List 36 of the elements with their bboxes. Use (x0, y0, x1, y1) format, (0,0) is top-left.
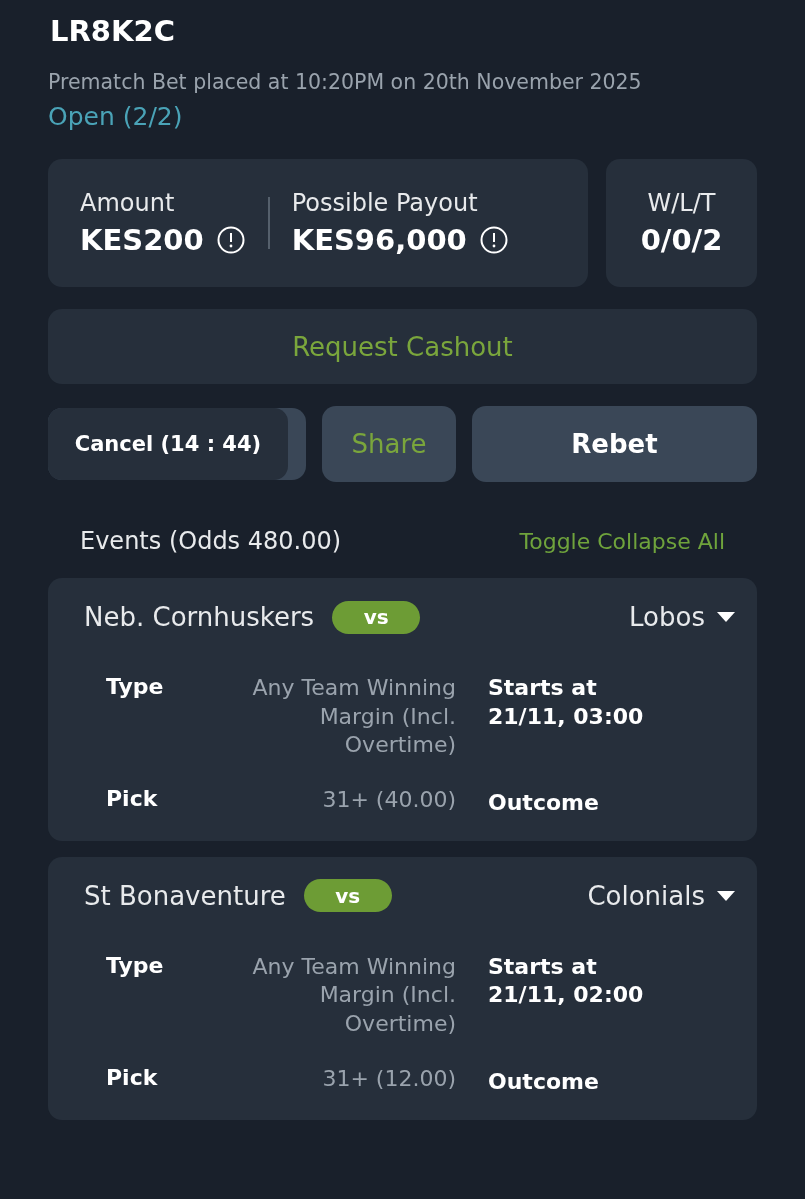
home-team: St Bonaventure (84, 880, 286, 911)
away-team-toggle[interactable]: Colonials (587, 880, 735, 911)
caret-icon (717, 612, 735, 622)
cancel-button[interactable]: Cancel (14 : 44) (48, 408, 288, 480)
rebet-button[interactable]: Rebet (472, 406, 757, 482)
outcome-label: Outcome (488, 1068, 600, 1094)
vs-badge: vs (332, 600, 421, 634)
bet-id: LR8K2C (50, 14, 176, 48)
request-cashout-button[interactable]: Request Cashout (48, 309, 757, 384)
type-label: Type (106, 674, 165, 701)
bet-placed-info: Prematch Bet placed at 10:20PM on 20th November 2025 (48, 70, 643, 94)
type-label: Type (106, 952, 165, 980)
pick-label: Pick (106, 785, 159, 813)
bet-status: Open (2/2) (48, 102, 184, 131)
info-icon[interactable] (215, 225, 246, 255)
payout-label: Possible Payout (291, 189, 479, 217)
outcome-label: Outcome (488, 789, 600, 815)
info-icon[interactable] (478, 225, 509, 255)
start-time: Starts at 21/11, 03:00 (488, 674, 645, 731)
start-time: Starts at 21/11, 02:00 (488, 952, 645, 1010)
pick-value: 31+ (12.00) (321, 1064, 456, 1093)
market-type: Any Team Winning Margin (Incl. Overtime) (251, 674, 456, 760)
home-team: Neb. Cornhuskers (84, 602, 315, 632)
pick-value: 31+ (40.00) (321, 785, 456, 814)
vs-badge: vs (303, 879, 392, 913)
market-type: Any Team Winning Margin (Incl. Overtime) (251, 952, 456, 1038)
amount-label: Amount (80, 189, 176, 217)
pick-label: Pick (106, 1064, 159, 1092)
payout-value: KES96,000 (291, 223, 467, 257)
away-team-toggle[interactable]: Lobos (629, 602, 735, 632)
caret-icon (717, 890, 735, 901)
events-title: Events (Odds 480.00) (80, 527, 342, 555)
amount-value: KES200 (80, 223, 204, 257)
toggle-collapse-link[interactable]: Toggle Collapse All (519, 528, 725, 554)
wlt-label: W/L/T (647, 189, 716, 217)
wlt-value: 0/0/2 (640, 223, 723, 257)
